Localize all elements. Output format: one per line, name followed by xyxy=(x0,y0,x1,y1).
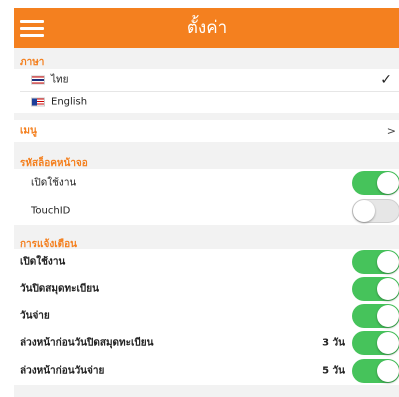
screen-lock-enable-toggle[interactable] xyxy=(352,171,399,195)
screen-lock-enable-row: เปิดใช้งาน xyxy=(14,169,399,197)
notification-book-close-toggle[interactable] xyxy=(352,276,399,301)
us-flag-icon xyxy=(31,97,45,107)
touchid-row: TouchID xyxy=(14,197,399,225)
language-option-thai[interactable]: ไทย ✓ xyxy=(14,69,399,91)
notifications-card: เปิดใช้งาน วันปิดสมุดทะเบียน วันจ่าย ล่ว… xyxy=(14,249,399,385)
menu-label: เมนู xyxy=(20,125,37,137)
notification-enable-row: เปิดใช้งาน xyxy=(14,249,399,275)
menu-card: เมนู > xyxy=(14,120,399,142)
page-title: ตั้งค่า xyxy=(186,18,228,38)
toggle-knob xyxy=(377,277,399,300)
notification-before-book-close-row: ล่วงหน้าก่อนวันปิดสมุดทะเบียน 3 วัน xyxy=(14,329,399,356)
screen-lock-enable-label: เปิดใช้งาน xyxy=(31,177,77,189)
notification-payment-toggle[interactable] xyxy=(352,303,399,328)
toggle-knob xyxy=(377,304,399,327)
language-option-label: English xyxy=(51,96,88,108)
notification-label: ล่วงหน้าก่อนวันปิดสมุดทะเบียน xyxy=(20,337,154,348)
language-card: ไทย ✓ English xyxy=(14,69,399,113)
toggle-knob xyxy=(377,251,399,273)
touchid-label: TouchID xyxy=(31,205,71,217)
app-header: ตั้งค่า xyxy=(14,8,399,48)
toggle-knob xyxy=(377,172,399,194)
touchid-toggle[interactable] xyxy=(352,199,399,223)
thai-flag-icon xyxy=(31,75,45,85)
language-option-english[interactable]: English xyxy=(14,91,399,113)
notification-label: วันปิดสมุดทะเบียน xyxy=(20,283,99,294)
notification-label: เปิดใช้งาน xyxy=(20,256,66,268)
notification-enable-toggle[interactable] xyxy=(352,250,399,274)
toggle-knob xyxy=(377,359,399,382)
checkmark-icon: ✓ xyxy=(380,72,392,88)
toggle-knob xyxy=(377,331,399,354)
toggle-knob xyxy=(353,200,375,222)
settings-page: ตั้งค่า ภาษา ไทย ✓ English เมนู > รหัสล็… xyxy=(14,8,399,397)
notification-label: ล่วงหน้าก่อนวันจ่าย xyxy=(20,365,105,376)
days-value[interactable]: 3 วัน xyxy=(322,335,345,350)
language-option-label: ไทย xyxy=(51,74,69,86)
notification-label: วันจ่าย xyxy=(20,310,50,321)
notification-before-book-close-toggle[interactable] xyxy=(352,330,399,355)
notification-before-payment-row: ล่วงหน้าก่อนวันจ่าย 5 วัน xyxy=(14,356,399,385)
menu-row[interactable]: เมนู > xyxy=(14,120,399,142)
screen-lock-card: เปิดใช้งาน TouchID xyxy=(14,169,399,225)
days-value[interactable]: 5 วัน xyxy=(322,363,345,378)
chevron-right-icon: > xyxy=(386,124,396,138)
notification-book-close-row: วันปิดสมุดทะเบียน xyxy=(14,275,399,302)
notification-before-payment-toggle[interactable] xyxy=(352,358,399,383)
language-section-title: ภาษา xyxy=(20,57,45,68)
notification-payment-row: วันจ่าย xyxy=(14,302,399,329)
